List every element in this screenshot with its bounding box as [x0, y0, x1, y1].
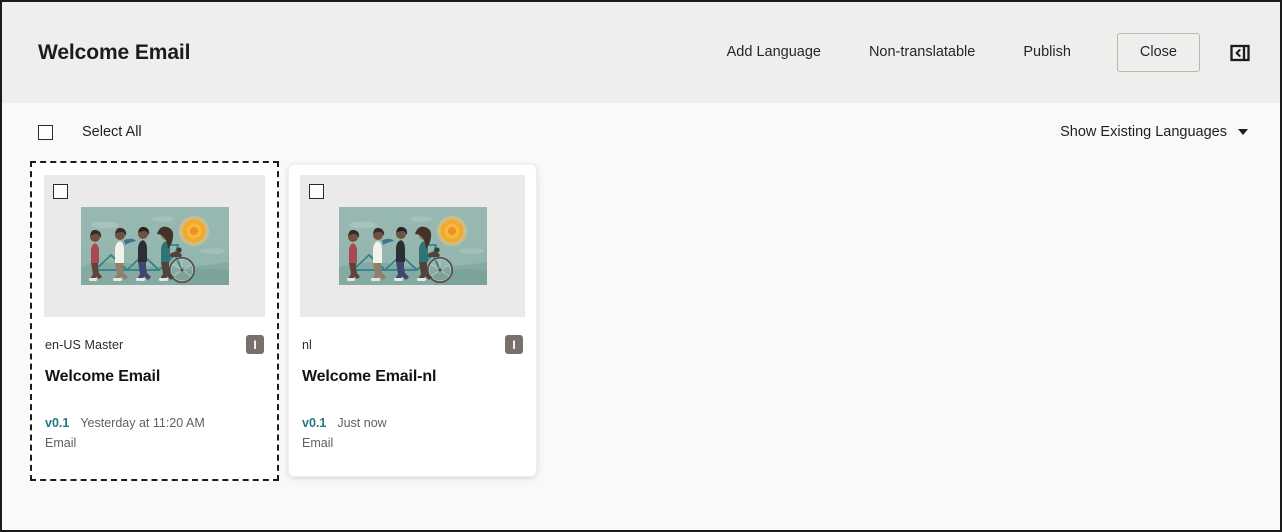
show-existing-languages-dropdown[interactable]: Show Existing Languages [1058, 118, 1250, 146]
language-card-en-us[interactable]: en-US Master I Welcome Email v0.1 Yester… [30, 161, 279, 481]
publish-button[interactable]: Publish [999, 35, 1095, 70]
language-card-nl[interactable]: nl I Welcome Email-nl v0.1 Just now Emai… [288, 164, 537, 477]
card-locale-label: en-US Master [45, 338, 124, 352]
info-badge-icon[interactable]: I [505, 335, 523, 354]
card-meta-line: v0.1 Just now [302, 416, 523, 430]
page-title: Welcome Email [38, 40, 191, 64]
selection-toolbar: Select All Show Existing Languages [2, 103, 1280, 161]
card-title: Welcome Email [45, 368, 161, 385]
card-locale-row: en-US Master I [45, 335, 264, 355]
tandem-bicycle-illustration-icon [338, 207, 487, 285]
card-body: nl I Welcome Email-nl v0.1 Just now Emai… [289, 317, 536, 476]
card-checkbox-en-us[interactable] [53, 184, 68, 199]
show-existing-languages-label: Show Existing Languages [1060, 124, 1227, 140]
collapse-panel-left-icon[interactable] [1226, 39, 1254, 67]
card-title: Welcome Email-nl [302, 368, 437, 385]
card-version-link[interactable]: v0.1 [45, 416, 69, 430]
card-doctype: Email [302, 436, 334, 450]
select-all-label: Select All [82, 124, 142, 140]
close-button[interactable]: Close [1116, 33, 1200, 72]
card-timestamp: Yesterday at 11:20 AM [80, 416, 205, 430]
non-translatable-button[interactable]: Non-translatable [845, 35, 999, 70]
chevron-down-icon [1238, 129, 1248, 135]
translation-manager-window: Welcome Email Add Language Non-translata… [0, 0, 1282, 532]
header-actions: Add Language Non-translatable Publish Cl… [703, 33, 1254, 72]
tandem-bicycle-illustration-icon [80, 207, 229, 285]
card-timestamp: Just now [337, 416, 387, 430]
card-meta: v0.1 Yesterday at 11:20 AM Email [45, 416, 264, 450]
add-language-button[interactable]: Add Language [703, 35, 845, 70]
card-meta-line: v0.1 Yesterday at 11:20 AM [45, 416, 264, 430]
card-body: en-US Master I Welcome Email v0.1 Yester… [32, 317, 277, 479]
select-all-group[interactable]: Select All [38, 124, 142, 140]
card-version-link[interactable]: v0.1 [302, 416, 326, 430]
card-locale-row: nl I [302, 335, 523, 355]
card-thumbnail-area [44, 175, 265, 317]
card-thumbnail-area [300, 175, 525, 317]
select-all-checkbox[interactable] [38, 124, 53, 140]
card-doctype: Email [45, 436, 77, 450]
card-checkbox-nl[interactable] [309, 184, 324, 199]
page-header: Welcome Email Add Language Non-translata… [2, 2, 1280, 103]
card-locale-label: nl [302, 338, 312, 352]
card-meta: v0.1 Just now Email [302, 416, 523, 450]
language-card-grid: en-US Master I Welcome Email v0.1 Yester… [2, 161, 1280, 481]
info-badge-icon[interactable]: I [246, 335, 264, 354]
